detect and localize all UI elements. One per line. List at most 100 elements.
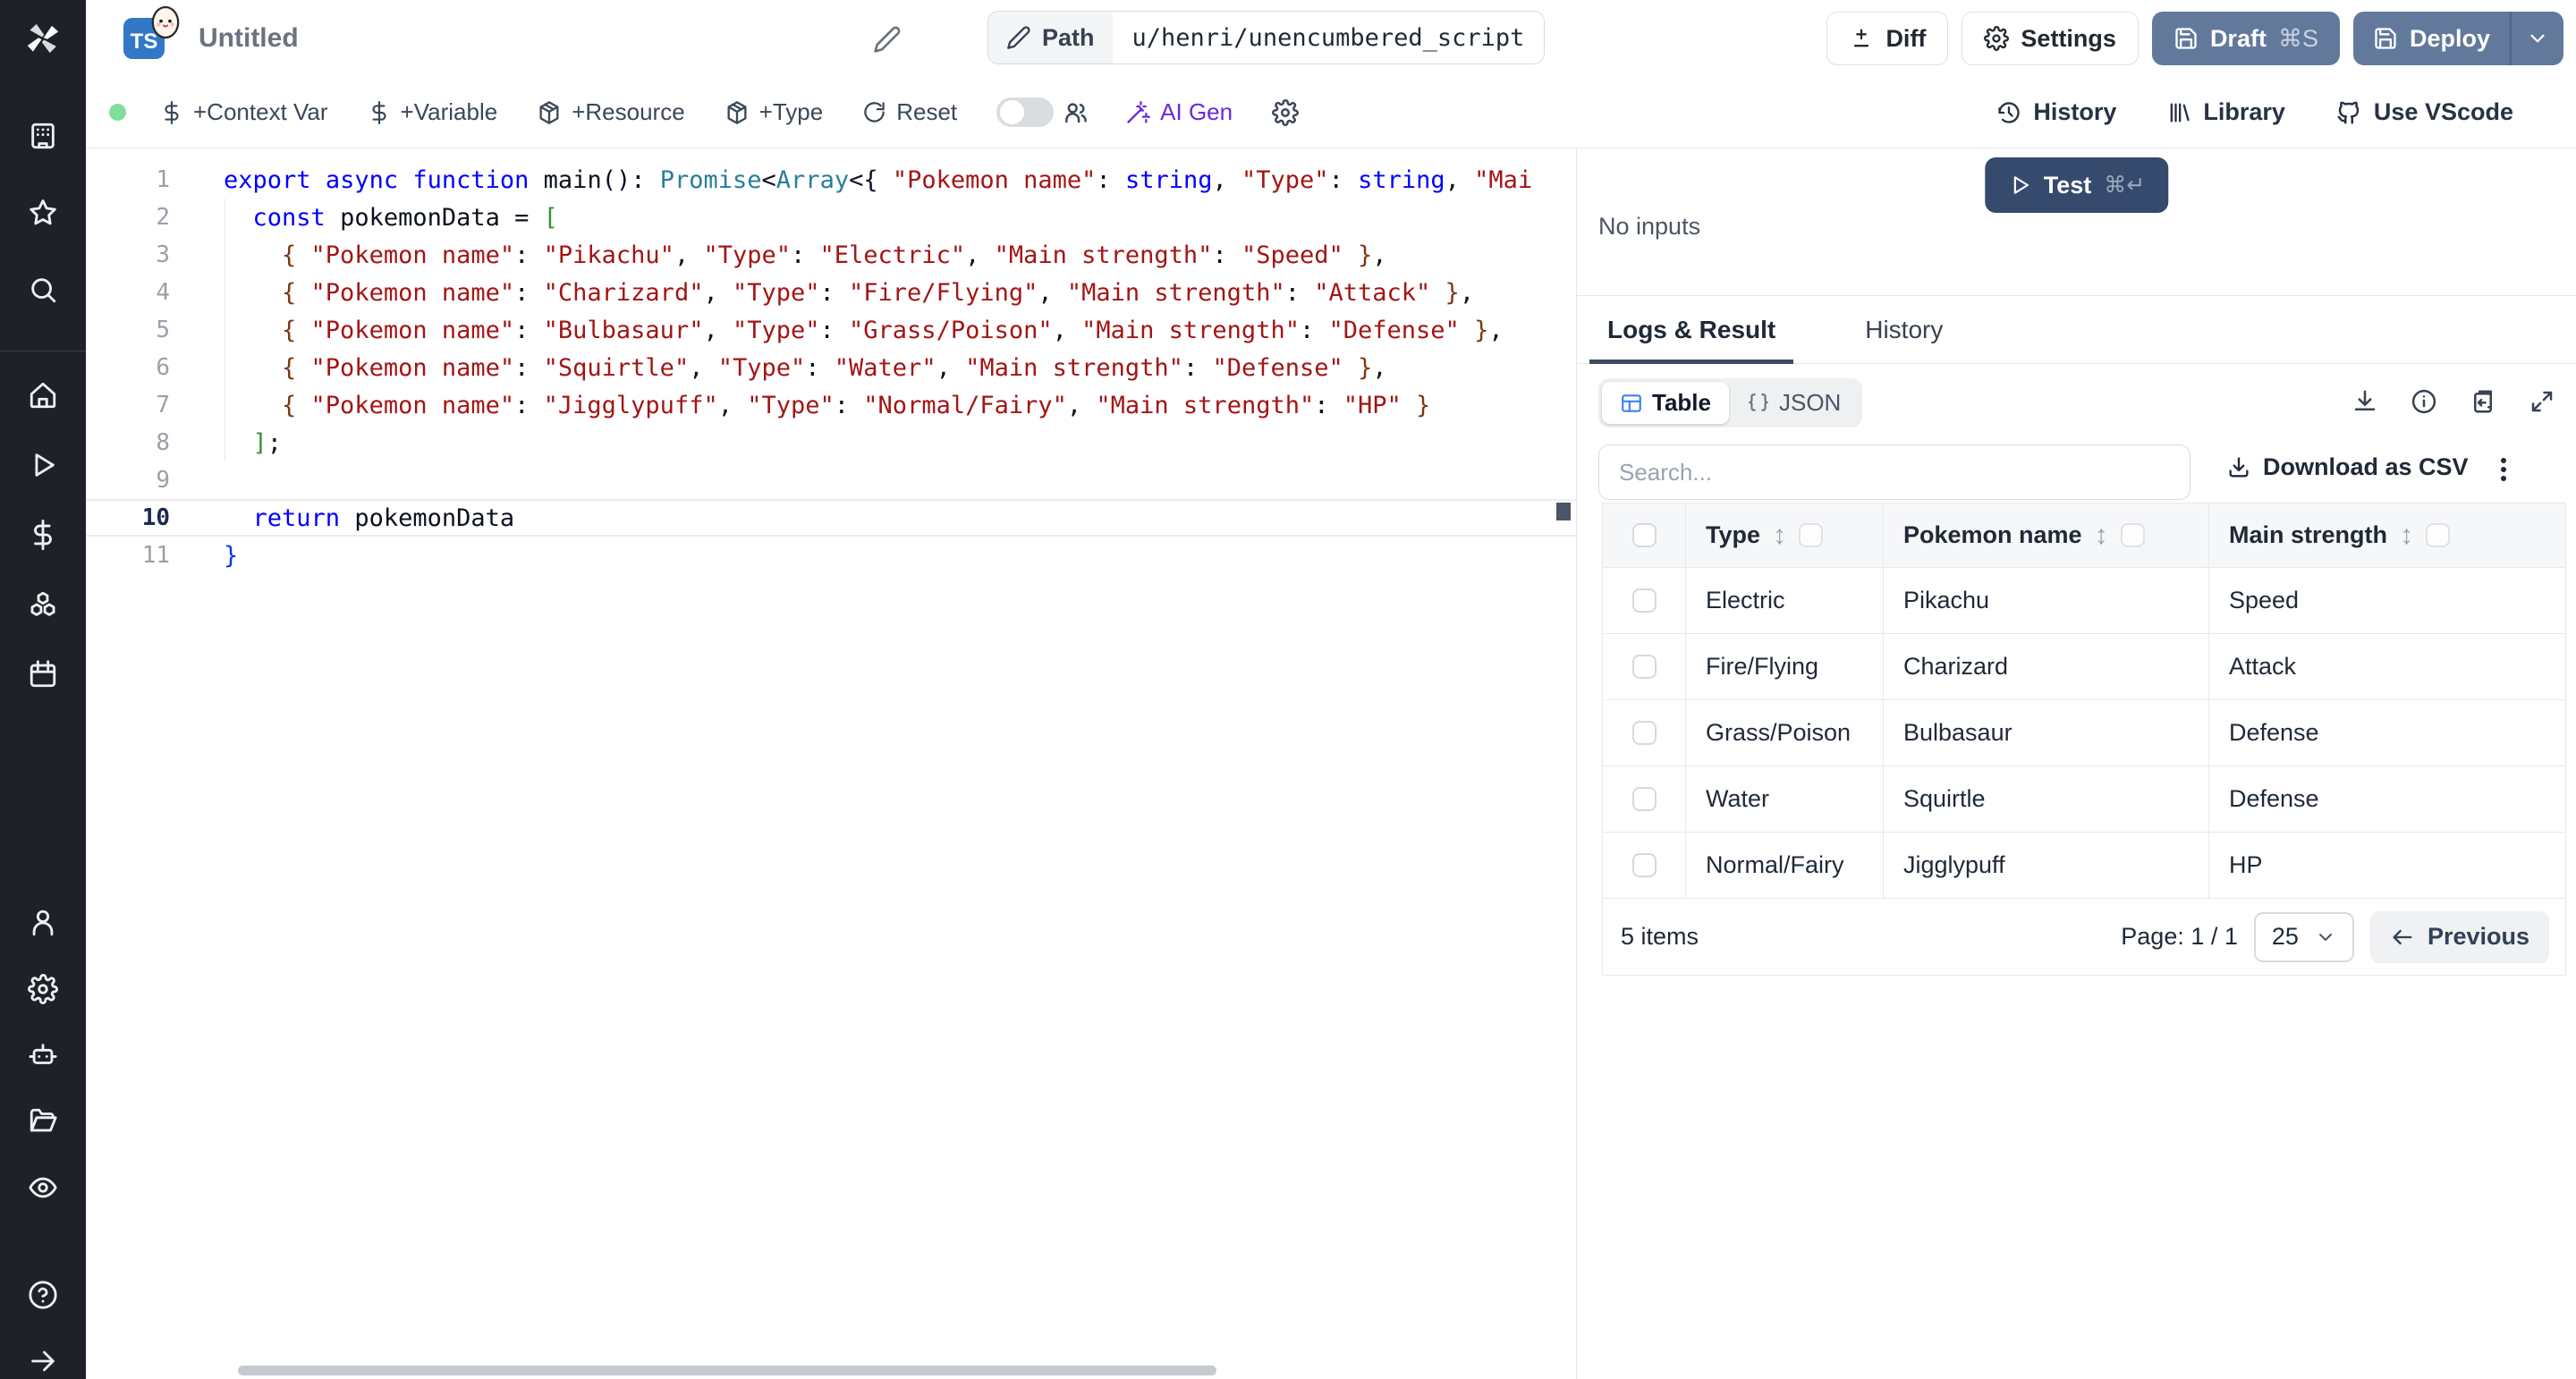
row-checkbox[interactable] — [1632, 787, 1657, 811]
page-size-select[interactable]: 25 — [2254, 912, 2354, 962]
history-button[interactable]: History — [1996, 98, 2116, 126]
audit-eye-icon[interactable] — [25, 1170, 61, 1206]
row-checkbox[interactable] — [1632, 853, 1657, 877]
add-variable-button[interactable]: +Variable — [368, 98, 498, 126]
table-cell: Defense — [2208, 766, 2565, 832]
table-cell: Grass/Poison — [1685, 700, 1883, 766]
schedules-calendar-icon[interactable] — [25, 656, 61, 692]
table-row[interactable]: Fire/FlyingCharizardAttack — [1603, 634, 2565, 700]
view-table-option[interactable]: Table — [1602, 382, 1729, 424]
line-number: 3 — [86, 241, 170, 268]
download-csv-button[interactable]: Download as CSV — [2226, 453, 2469, 481]
info-icon[interactable] — [2408, 385, 2440, 418]
add-type-button[interactable]: +Type — [724, 98, 824, 126]
workspace-icon[interactable] — [25, 118, 61, 154]
home-icon[interactable] — [25, 377, 61, 413]
previous-page-button[interactable]: Previous — [2370, 911, 2549, 963]
ai-gen-button[interactable]: AI Gen — [1125, 98, 1233, 126]
add-resource-button[interactable]: +Resource — [537, 98, 684, 126]
code-text: { "Pokemon name": "Pikachu", "Type": "El… — [224, 241, 1387, 269]
overview-ruler-mark — [1556, 503, 1571, 520]
code-line-1[interactable]: 1export async function main(): Promise<A… — [86, 161, 1576, 199]
line-number: 7 — [86, 392, 170, 419]
folders-icon[interactable] — [25, 1104, 61, 1139]
package-icon — [537, 100, 562, 125]
code-line-9[interactable]: 9 — [86, 461, 1576, 499]
result-table: Type↕Pokemon name↕Main strength↕ Electri… — [1602, 503, 2566, 976]
table-row[interactable]: Normal/FairyJigglypuffHP — [1603, 833, 2565, 899]
resources-boxes-icon[interactable] — [25, 587, 61, 622]
row-checkbox[interactable] — [1632, 588, 1657, 613]
column-filter-box[interactable] — [1799, 523, 1823, 547]
code-line-3[interactable]: 3 { "Pokemon name": "Pikachu", "Type": "… — [86, 236, 1576, 274]
line-number: 10 — [86, 504, 170, 531]
use-vscode-button[interactable]: Use VScode — [2335, 98, 2513, 126]
add-context-var-button[interactable]: +Context Var — [160, 98, 328, 126]
table-cell: Speed — [2208, 568, 2565, 633]
code-line-5[interactable]: 5 { "Pokemon name": "Bulbasaur", "Type":… — [86, 311, 1576, 349]
diff-button[interactable]: Diff — [1826, 12, 1948, 65]
sort-icon[interactable]: ↕ — [1773, 520, 1786, 551]
line-number: 1 — [86, 166, 170, 193]
expand-result-icon[interactable] — [2526, 385, 2558, 418]
settings-button[interactable]: Settings — [1962, 12, 2139, 65]
rotate-icon — [862, 100, 886, 124]
table-row[interactable]: ElectricPikachuSpeed — [1603, 568, 2565, 634]
reset-button[interactable]: Reset — [862, 98, 957, 126]
collab-users-icon[interactable] — [1063, 99, 1089, 126]
column-filter-box[interactable] — [2426, 523, 2450, 547]
result-search-input[interactable] — [1598, 444, 2190, 500]
draft-button[interactable]: Draft ⌘S — [2152, 12, 2340, 65]
script-title: Untitled — [199, 23, 299, 54]
expand-sidebar-icon[interactable] — [25, 1343, 61, 1379]
line-number: 6 — [86, 354, 170, 381]
sort-icon[interactable]: ↕ — [2095, 520, 2108, 551]
favorites-star-icon[interactable] — [25, 195, 61, 231]
sort-icon[interactable]: ↕ — [2400, 520, 2413, 551]
view-mode-segmented-control: Table JSON — [1598, 378, 1862, 427]
diff-mode-toggle[interactable] — [996, 97, 1054, 127]
settings-gear-icon[interactable] — [25, 971, 61, 1007]
deploy-button[interactable]: Deploy — [2353, 12, 2510, 65]
edit-title-pencil-icon[interactable] — [873, 25, 902, 54]
row-checkbox[interactable] — [1632, 655, 1657, 679]
column-filter-box[interactable] — [2121, 523, 2145, 547]
workers-bot-icon[interactable] — [25, 1037, 61, 1073]
tab-history[interactable]: History — [1856, 296, 1952, 363]
search-icon[interactable] — [25, 272, 61, 308]
table-cell: Electric — [1685, 568, 1883, 633]
result-tabs: Logs & Result History — [1577, 295, 2576, 364]
code-editor[interactable]: 1export async function main(): Promise<A… — [86, 148, 1576, 1379]
download-result-icon[interactable] — [2349, 385, 2381, 418]
table-menu-kebab-icon[interactable] — [2490, 453, 2517, 486]
tab-logs-result[interactable]: Logs & Result — [1598, 296, 1784, 363]
code-line-8[interactable]: 8 ]; — [86, 424, 1576, 461]
table-row[interactable]: Grass/PoisonBulbasaurDefense — [1603, 700, 2565, 766]
select-all-checkbox[interactable] — [1632, 523, 1657, 547]
help-icon[interactable] — [25, 1277, 61, 1313]
editor-settings-gear-icon[interactable] — [1272, 99, 1299, 126]
path-field[interactable]: Path u/henri/unencumbered_script — [987, 11, 1545, 64]
code-line-4[interactable]: 4 { "Pokemon name": "Charizard", "Type":… — [86, 274, 1576, 311]
runs-play-icon[interactable] — [25, 447, 61, 483]
code-line-11[interactable]: 11} — [86, 537, 1576, 574]
row-checkbox[interactable] — [1632, 721, 1657, 745]
code-text: return pokemonData — [224, 504, 514, 532]
copy-to-clipboard-icon[interactable] — [2467, 385, 2499, 418]
status-dot — [109, 104, 126, 121]
windmill-logo[interactable] — [0, 0, 86, 77]
view-json-option[interactable]: JSON — [1729, 382, 1859, 424]
horizontal-scrollbar[interactable] — [238, 1366, 1216, 1375]
deploy-more-button[interactable] — [2510, 12, 2563, 65]
code-line-2[interactable]: 2 const pokemonData = [ — [86, 199, 1576, 236]
code-line-7[interactable]: 7 { "Pokemon name": "Jigglypuff", "Type"… — [86, 386, 1576, 424]
table-cell: Charizard — [1883, 634, 2208, 699]
test-button[interactable]: Test ⌘↵ — [1985, 157, 2168, 213]
variables-dollar-icon[interactable] — [25, 517, 61, 553]
table-cell: Fire/Flying — [1685, 634, 1883, 699]
table-row[interactable]: WaterSquirtleDefense — [1603, 766, 2565, 833]
user-icon[interactable] — [25, 905, 61, 941]
code-line-10[interactable]: 10 return pokemonData — [86, 499, 1576, 537]
library-button[interactable]: Library — [2166, 98, 2285, 126]
code-line-6[interactable]: 6 { "Pokemon name": "Squirtle", "Type": … — [86, 349, 1576, 386]
